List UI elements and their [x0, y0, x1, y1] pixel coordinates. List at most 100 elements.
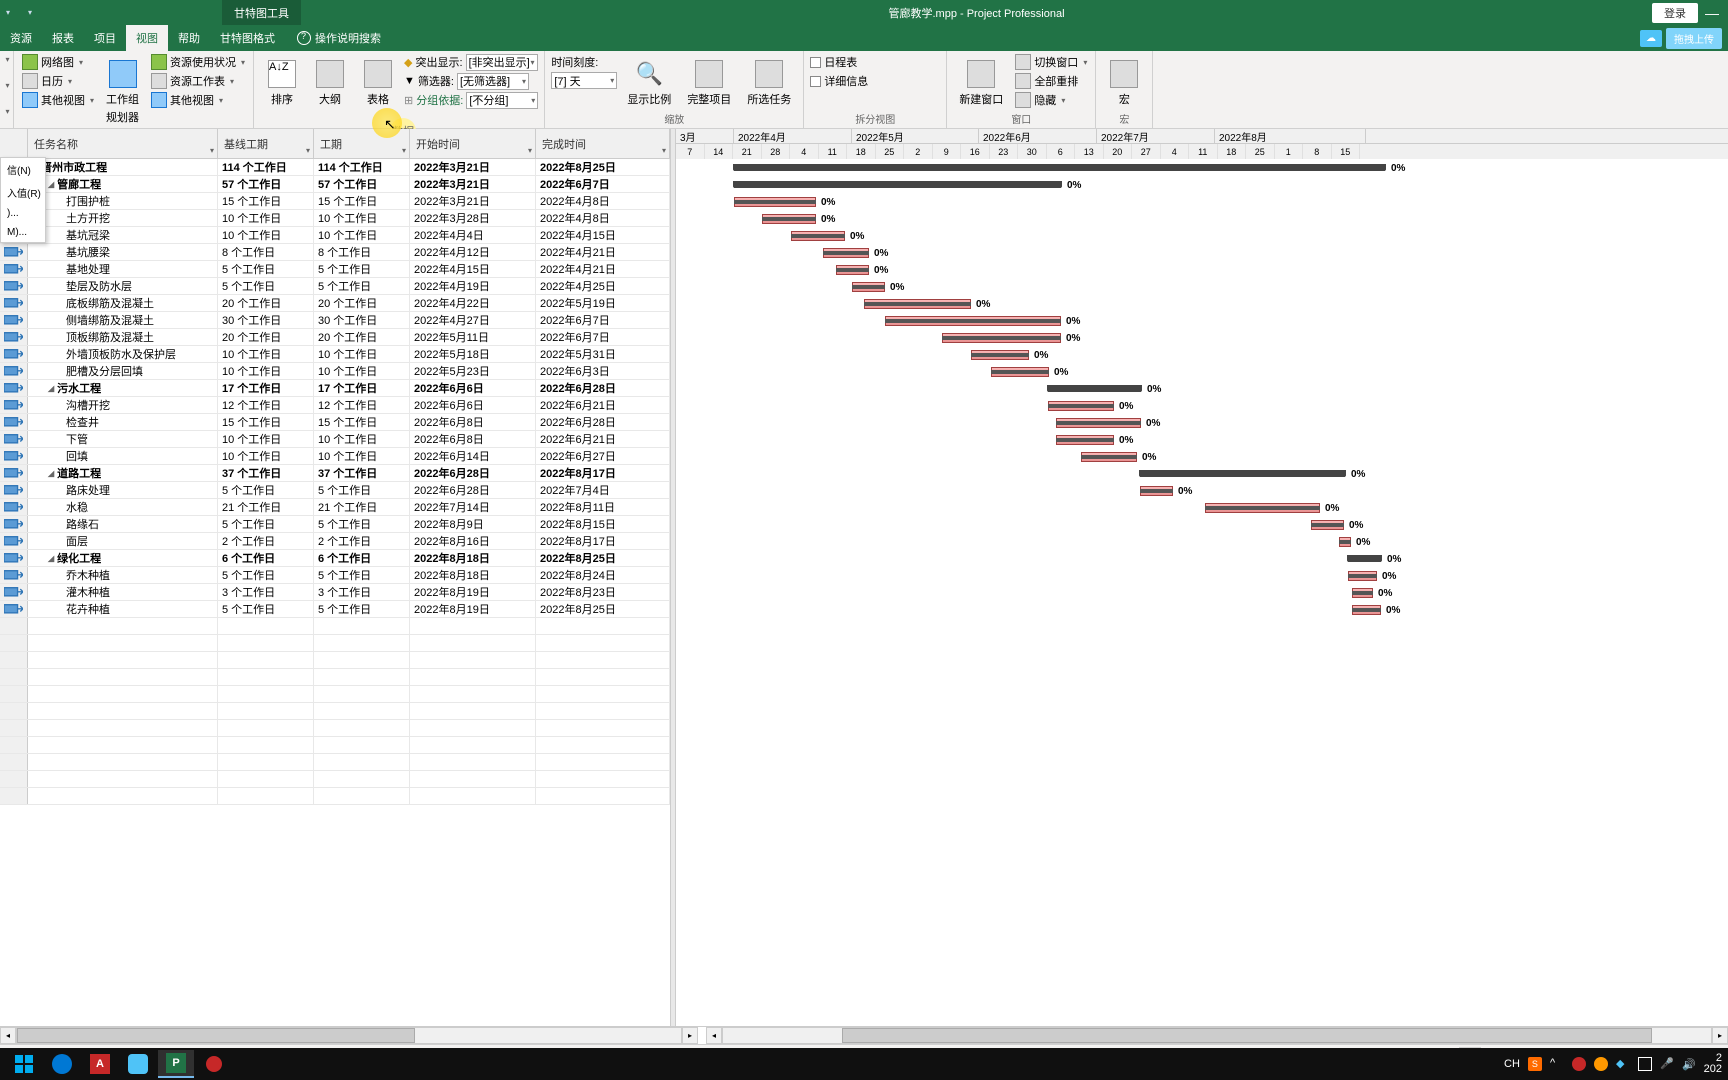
table-row[interactable]: 基坑冠梁10 个工作日10 个工作日2022年4月4日2022年4月15日 — [0, 227, 670, 244]
taskbar-app-1[interactable] — [44, 1050, 80, 1078]
group-combo[interactable]: [不分组]▾ — [466, 92, 538, 109]
start-cell[interactable]: 2022年5月23日 — [410, 363, 536, 379]
table-scroll-track[interactable] — [16, 1027, 682, 1044]
baseline-cell[interactable]: 37 个工作日 — [218, 465, 314, 481]
taskbar-app-autocad[interactable]: A — [82, 1050, 118, 1078]
finish-cell[interactable]: 2022年4月21日 — [536, 244, 670, 260]
timescale-combo[interactable]: [7] 天▾ — [551, 72, 617, 89]
start-column-header[interactable]: 开始时间▾ — [410, 129, 536, 158]
table-row-empty[interactable] — [0, 720, 670, 737]
cloud-upload-button[interactable]: 拖拽上传 — [1666, 28, 1722, 49]
context-menu-item[interactable]: 入值(R) — [1, 181, 45, 204]
tray-icon-5[interactable]: 🎤 — [1660, 1057, 1674, 1071]
team-planner-button[interactable]: 工作组规划器 — [100, 53, 145, 129]
baseline-cell[interactable]: 5 个工作日 — [218, 278, 314, 294]
finish-cell[interactable]: 2022年5月31日 — [536, 346, 670, 362]
duration-cell[interactable]: 10 个工作日 — [314, 448, 410, 464]
finish-cell[interactable]: 2022年8月15日 — [536, 516, 670, 532]
finish-cell[interactable]: 2022年8月11日 — [536, 499, 670, 515]
finish-cell[interactable]: 2022年6月27日 — [536, 448, 670, 464]
scroll-right-button[interactable]: ▸ — [1712, 1027, 1728, 1044]
start-cell[interactable]: 2022年8月19日 — [410, 601, 536, 617]
duration-cell[interactable]: 5 个工作日 — [314, 601, 410, 617]
duration-cell[interactable]: 12 个工作日 — [314, 397, 410, 413]
taskbar-app-record[interactable] — [196, 1050, 232, 1078]
task-name-cell[interactable]: 肥槽及分层回填 — [28, 363, 218, 379]
duration-cell[interactable]: 15 个工作日 — [314, 414, 410, 430]
baseline-cell[interactable]: 10 个工作日 — [218, 346, 314, 362]
start-cell[interactable]: 2022年4月22日 — [410, 295, 536, 311]
table-row-empty[interactable] — [0, 686, 670, 703]
finish-cell[interactable]: 2022年6月7日 — [536, 312, 670, 328]
tell-me-search[interactable]: 操作说明搜索 — [297, 30, 381, 46]
split-arrow-icon[interactable] — [3, 79, 9, 91]
duration-cell[interactable]: 20 个工作日 — [314, 295, 410, 311]
new-window-button[interactable]: 新建窗口 — [953, 53, 1009, 111]
collapse-toggle-icon[interactable]: ◢ — [48, 554, 54, 563]
taskbar-app-project[interactable]: P — [158, 1050, 194, 1078]
baseline-cell[interactable]: 10 个工作日 — [218, 363, 314, 379]
task-name-cell[interactable]: 检查井 — [28, 414, 218, 430]
table-row-empty[interactable] — [0, 788, 670, 805]
table-row-empty[interactable] — [0, 703, 670, 720]
start-cell[interactable]: 2022年3月21日 — [410, 159, 536, 175]
start-cell[interactable]: 2022年4月27日 — [410, 312, 536, 328]
duration-cell[interactable]: 21 个工作日 — [314, 499, 410, 515]
sort-button[interactable]: A↓Z排序 — [260, 53, 304, 111]
start-cell[interactable]: 2022年6月28日 — [410, 482, 536, 498]
start-cell[interactable]: 2022年8月16日 — [410, 533, 536, 549]
start-cell[interactable]: 2022年4月12日 — [410, 244, 536, 260]
outline-button[interactable]: 大纲 — [308, 53, 352, 111]
task-name-cell[interactable]: 打围护桩 — [28, 193, 218, 209]
tables-button[interactable]: 表格 — [356, 53, 400, 111]
scroll-right-button[interactable]: ▸ — [682, 1027, 698, 1044]
table-row[interactable]: ◢绿化工程6 个工作日6 个工作日2022年8月18日2022年8月25日 — [0, 550, 670, 567]
other-views-button[interactable]: 其他视图 — [20, 91, 96, 109]
other-views-button-2[interactable]: 其他视图 — [149, 91, 247, 109]
table-row[interactable]: 基坑腰梁8 个工作日8 个工作日2022年4月12日2022年4月21日 — [0, 244, 670, 261]
start-cell[interactable]: 2022年3月28日 — [410, 210, 536, 226]
task-name-cell[interactable]: 下管 — [28, 431, 218, 447]
network-diagram-button[interactable]: 网络图 — [20, 53, 96, 71]
duration-cell[interactable]: 5 个工作日 — [314, 516, 410, 532]
scroll-left-button[interactable]: ◂ — [0, 1027, 16, 1044]
baseline-cell[interactable]: 6 个工作日 — [218, 550, 314, 566]
collapse-toggle-icon[interactable]: ◢ — [48, 469, 54, 478]
task-name-cell[interactable]: 土方开挖 — [28, 210, 218, 226]
duration-cell[interactable]: 5 个工作日 — [314, 482, 410, 498]
table-row[interactable]: 花卉种植5 个工作日5 个工作日2022年8月19日2022年8月25日 — [0, 601, 670, 618]
hide-button[interactable]: 隐藏 — [1013, 91, 1089, 109]
task-name-cell[interactable]: 侧墙绑筋及混凝土 — [28, 312, 218, 328]
tab-帮助[interactable]: 帮助 — [168, 25, 210, 51]
duration-cell[interactable]: 5 个工作日 — [314, 567, 410, 583]
task-name-cell[interactable]: 基坑腰梁 — [28, 244, 218, 260]
baseline-cell[interactable]: 114 个工作日 — [218, 159, 314, 175]
baseline-cell[interactable]: 10 个工作日 — [218, 210, 314, 226]
task-name-cell[interactable]: 灌木种植 — [28, 584, 218, 600]
qa-dropdown-icon[interactable]: ▾ — [6, 8, 10, 17]
task-name-cell[interactable]: 路床处理 — [28, 482, 218, 498]
tray-icon-1[interactable] — [1572, 1057, 1586, 1071]
table-row[interactable]: 面层2 个工作日2 个工作日2022年8月16日2022年8月17日 — [0, 533, 670, 550]
duration-cell[interactable]: 17 个工作日 — [314, 380, 410, 396]
timeline-checkbox[interactable] — [810, 57, 821, 68]
finish-cell[interactable]: 2022年4月25日 — [536, 278, 670, 294]
finish-cell[interactable]: 2022年4月15日 — [536, 227, 670, 243]
start-cell[interactable]: 2022年5月18日 — [410, 346, 536, 362]
table-row-empty[interactable] — [0, 754, 670, 771]
tab-甘特图格式[interactable]: 甘特图格式 — [210, 25, 285, 51]
finish-cell[interactable]: 2022年5月19日 — [536, 295, 670, 311]
table-row[interactable]: 肥槽及分层回填10 个工作日10 个工作日2022年5月23日2022年6月3日 — [0, 363, 670, 380]
summary-bar[interactable]: 0% — [1140, 470, 1345, 477]
login-button[interactable]: 登录 — [1652, 3, 1698, 23]
finish-cell[interactable]: 2022年6月28日 — [536, 414, 670, 430]
duration-cell[interactable]: 3 个工作日 — [314, 584, 410, 600]
start-cell[interactable]: 2022年8月18日 — [410, 567, 536, 583]
scroll-left-button[interactable]: ◂ — [706, 1027, 722, 1044]
tab-报表[interactable]: 报表 — [42, 25, 84, 51]
start-cell[interactable]: 2022年3月21日 — [410, 193, 536, 209]
tray-icon-up[interactable]: ^ — [1550, 1057, 1564, 1071]
duration-cell[interactable]: 5 个工作日 — [314, 261, 410, 277]
task-name-cell[interactable]: 垫层及防水层 — [28, 278, 218, 294]
task-name-cell[interactable]: 基地处理 — [28, 261, 218, 277]
